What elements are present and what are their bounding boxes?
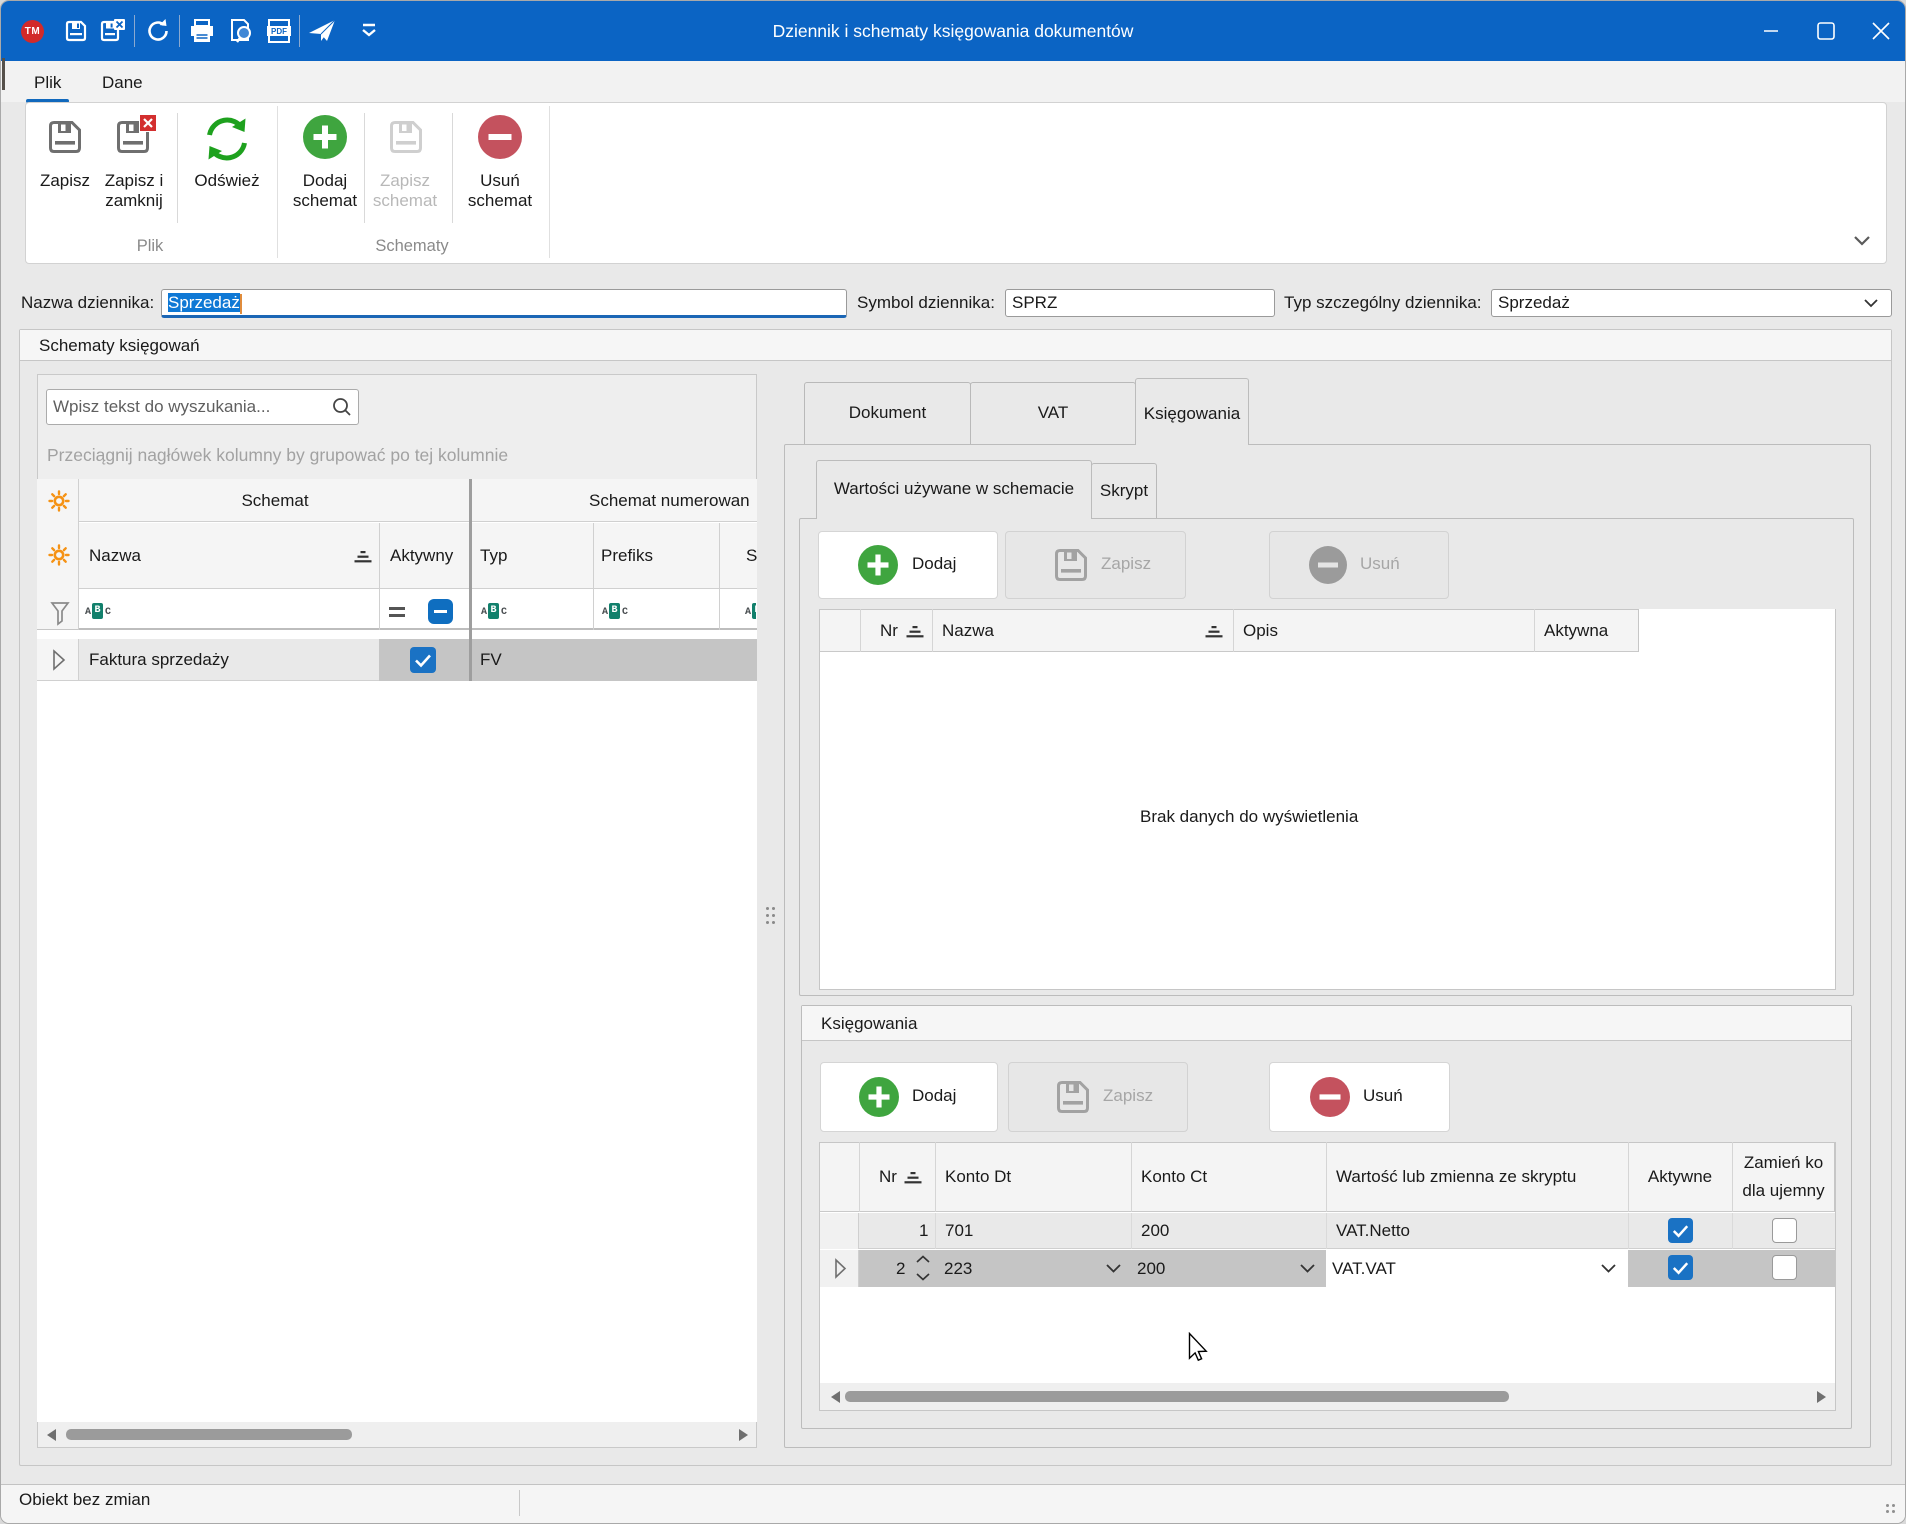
svg-text:PDF: PDF: [271, 27, 287, 36]
